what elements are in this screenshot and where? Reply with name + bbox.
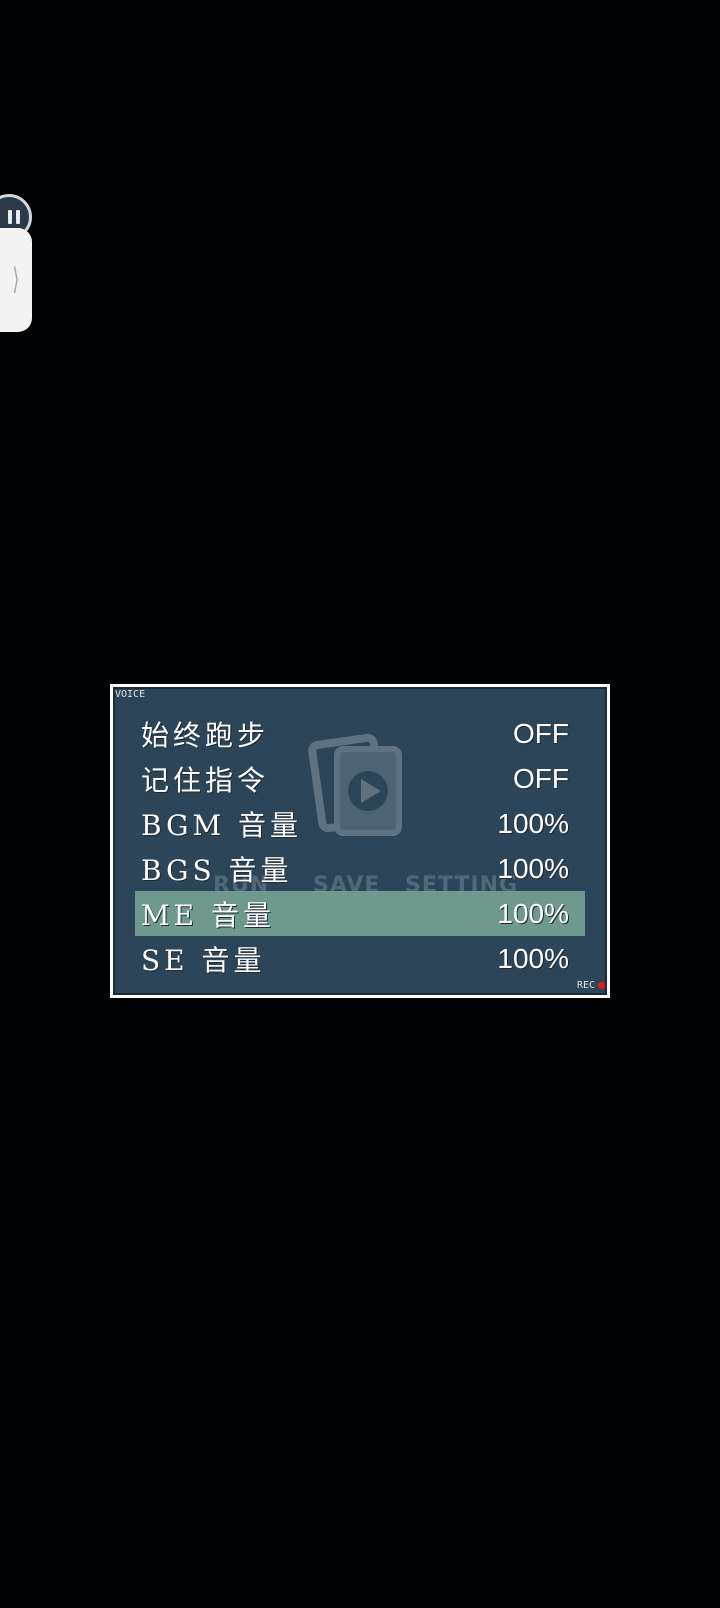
option-label: 始终跑步 xyxy=(141,718,270,752)
rec-label: REC xyxy=(576,980,595,991)
option-value: OFF xyxy=(513,762,569,794)
option-value: 100% xyxy=(497,897,569,929)
option-label: BGS 音量 xyxy=(141,853,293,887)
option-label: ME 音量 xyxy=(141,898,276,932)
option-value: 100% xyxy=(497,942,569,974)
option-value: OFF xyxy=(513,717,569,749)
option-always-dash[interactable]: 始终跑步 OFF xyxy=(135,711,585,756)
chevron-right-icon: ⟩ xyxy=(12,262,20,297)
option-value: 100% xyxy=(497,807,569,839)
options-window: VOICE RUN SAVE SETTING 始终跑步 OFF 记住指令 OFF… xyxy=(110,684,610,998)
option-bgm-volume[interactable]: BGM 音量 100% xyxy=(135,801,585,846)
option-me-volume[interactable]: ME 音量 100% xyxy=(135,891,585,936)
option-se-volume[interactable]: SE 音量 100% xyxy=(135,936,585,981)
option-value: 100% xyxy=(497,852,569,884)
side-drawer-tab[interactable]: ⟩ xyxy=(0,228,32,332)
option-label: SE 音量 xyxy=(141,943,266,977)
options-list: 始终跑步 OFF 记住指令 OFF BGM 音量 100% BGS 音量 100… xyxy=(135,711,585,981)
recording-dot-icon xyxy=(598,982,605,989)
option-label: BGM 音量 xyxy=(141,808,303,842)
option-command-remember[interactable]: 记住指令 OFF xyxy=(135,756,585,801)
window-corner-label: VOICE xyxy=(115,689,146,700)
option-label: 记住指令 xyxy=(141,763,270,797)
pause-icon xyxy=(8,210,20,224)
option-bgs-volume[interactable]: BGS 音量 100% xyxy=(135,846,585,891)
